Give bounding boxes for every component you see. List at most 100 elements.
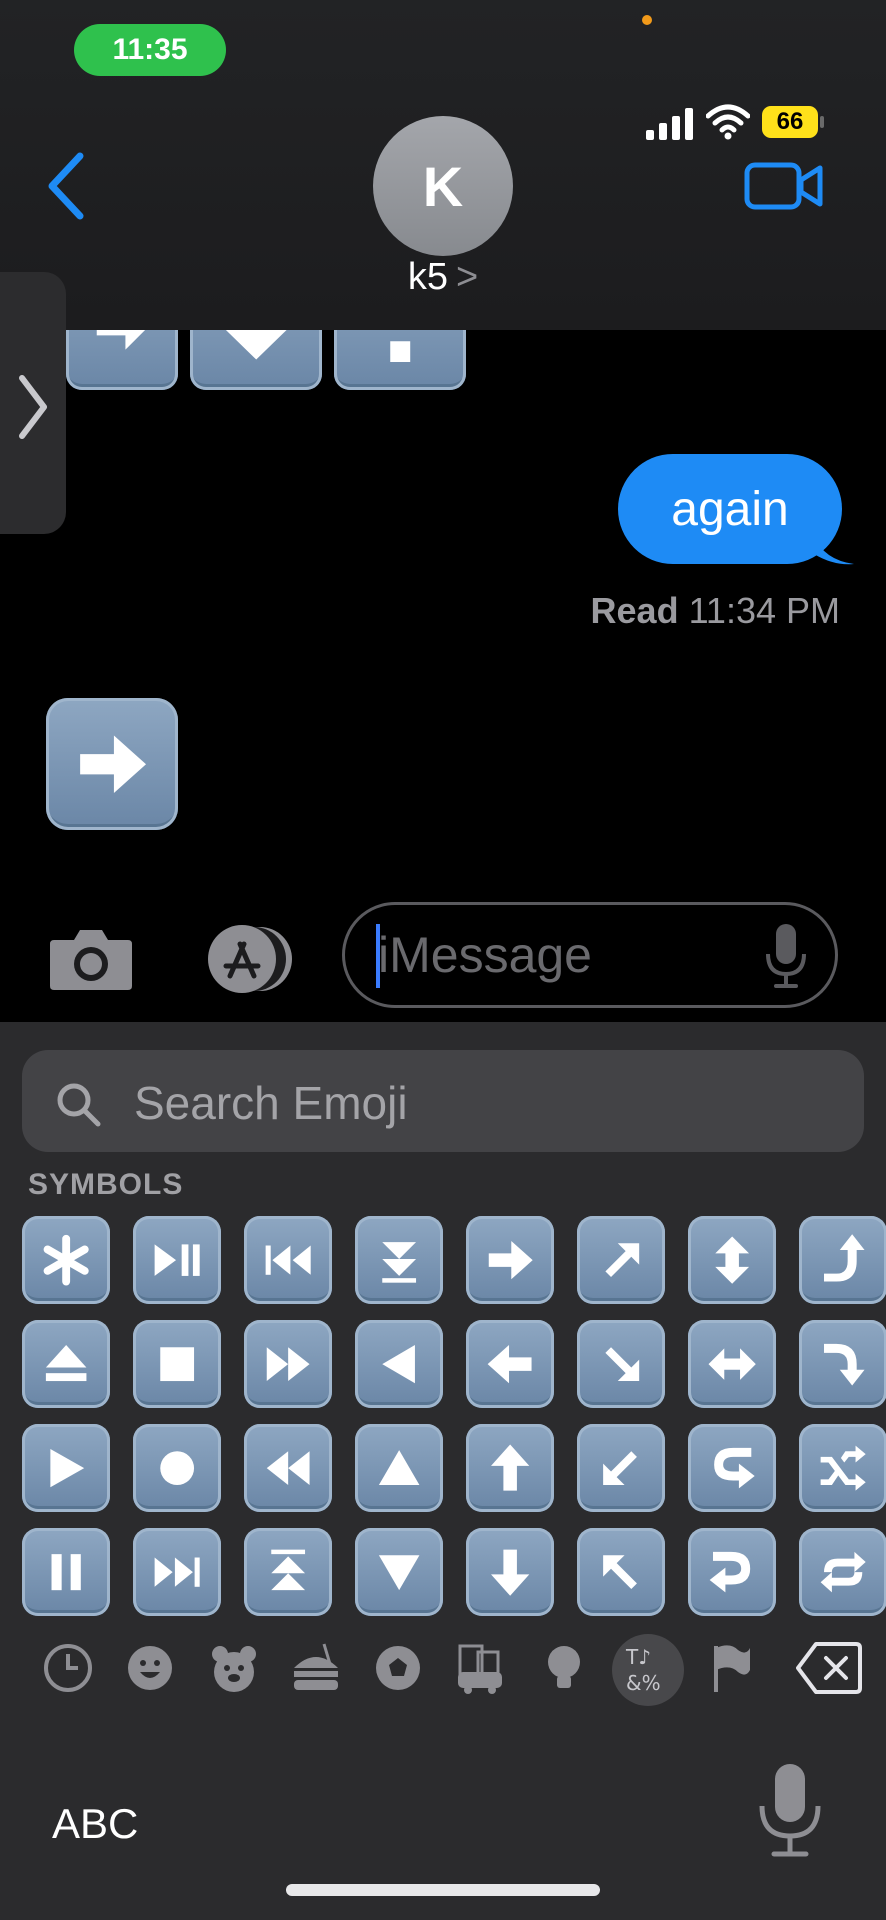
food-icon[interactable]: [288, 1640, 344, 1696]
right-arrow-curving-left-icon: [709, 1551, 751, 1593]
right-arrow-curving-down-icon: [823, 1343, 865, 1386]
up-arrow-icon: [390, 341, 410, 363]
smileys-icon[interactable]: [122, 1640, 178, 1696]
asterisk-icon: [43, 1234, 89, 1286]
emoji-down-arrow-partial: [190, 330, 322, 390]
delete-backspace-icon[interactable]: [796, 1638, 862, 1698]
emoji-key-fast-reverse[interactable]: [244, 1424, 332, 1512]
wifi-icon: [706, 104, 750, 140]
emoji-key-asterisk[interactable]: [22, 1216, 110, 1304]
symbols-icon[interactable]: T♪&%: [620, 1640, 676, 1696]
received-emoji-message[interactable]: [46, 698, 178, 830]
emoji-key-repeat[interactable]: [799, 1528, 886, 1616]
emoji-key-fast-forward[interactable]: [244, 1320, 332, 1408]
emoji-key-stop[interactable]: [133, 1320, 221, 1408]
microphone-icon[interactable]: [764, 922, 808, 990]
reverse-icon: [382, 1344, 415, 1384]
emoji-key-shuffle[interactable]: [799, 1424, 886, 1512]
emoji-search-placeholder: Search Emoji: [134, 1077, 408, 1129]
repeat-icon: [820, 1551, 866, 1593]
emoji-key-down-left-arrow[interactable]: [577, 1424, 665, 1512]
sent-message-bubble[interactable]: again: [618, 454, 842, 564]
stop-icon: [160, 1347, 194, 1381]
left-arrow-curving-right-icon: [713, 1447, 755, 1489]
emoji-key-down-arrow[interactable]: [466, 1528, 554, 1616]
emoji-key-next-track[interactable]: [133, 1528, 221, 1616]
recent-icon[interactable]: [40, 1640, 96, 1696]
emoji-key-up-right-arrow[interactable]: [577, 1216, 665, 1304]
status-time: 11:35: [74, 24, 226, 76]
fast-forward-icon: [266, 1347, 310, 1381]
emoji-key-fast-down[interactable]: [355, 1216, 443, 1304]
emoji-key-right-arrow-curving-down[interactable]: [799, 1320, 886, 1408]
read-receipt-label: Read: [590, 590, 679, 631]
up-arrow-icon: [490, 1444, 530, 1491]
next-track-icon: [154, 1557, 200, 1587]
read-receipt: Read 11:34 PM: [591, 590, 840, 632]
upwards-button-icon: [378, 1449, 420, 1485]
emoji-key-left-arrow-curving-right[interactable]: [688, 1424, 776, 1512]
emoji-key-fast-up[interactable]: [244, 1528, 332, 1616]
battery-nub: [820, 116, 824, 128]
emoji-key-down-right-arrow[interactable]: [577, 1320, 665, 1408]
emoji-key-up-down-arrow[interactable]: [688, 1216, 776, 1304]
read-receipt-time: 11:34 PM: [688, 590, 840, 631]
flags-icon[interactable]: [704, 1640, 760, 1696]
emoji-key-right-arrow-curving-up[interactable]: [799, 1216, 886, 1304]
emoji-up-arrow-partial: [334, 330, 466, 390]
emoji-key-play[interactable]: [22, 1424, 110, 1512]
emoji-key-upwards-button[interactable]: [355, 1424, 443, 1512]
down-right-arrow-icon: [605, 1347, 640, 1381]
facetime-video-icon[interactable]: [744, 160, 824, 212]
emoji-key-record[interactable]: [133, 1424, 221, 1512]
downwards-button-icon: [378, 1555, 420, 1591]
emoji-key-downwards-button[interactable]: [355, 1528, 443, 1616]
left-right-arrow-icon: [708, 1348, 756, 1380]
side-drawer-tab[interactable]: [0, 272, 66, 534]
app-store-icon[interactable]: [192, 924, 296, 994]
up-right-arrow-icon: [605, 1243, 640, 1277]
emoji-key-right-arrow[interactable]: [466, 1216, 554, 1304]
emoji-key-play-pause[interactable]: [133, 1216, 221, 1304]
chevron-right-icon: >: [455, 256, 479, 298]
emoji-key-up-left-arrow[interactable]: [577, 1528, 665, 1616]
emoji-section-label: SYMBOLS: [28, 1168, 184, 1201]
eject-icon: [45, 1344, 87, 1381]
bubble-tail: [814, 536, 854, 565]
emoji-key-left-arrow[interactable]: [466, 1320, 554, 1408]
emoji-key-previous-track[interactable]: [244, 1216, 332, 1304]
dictation-microphone-icon[interactable]: [758, 1762, 822, 1858]
battery-indicator: 66: [762, 106, 818, 138]
travel-icon[interactable]: [452, 1640, 508, 1696]
right-arrow-icon: [96, 330, 146, 351]
back-button[interactable]: [44, 150, 88, 222]
shuffle-icon: [820, 1445, 866, 1491]
emoji-key-right-arrow-curving-left[interactable]: [688, 1528, 776, 1616]
play-icon: [50, 1448, 85, 1488]
pause-icon: [51, 1553, 81, 1591]
contact-avatar[interactable]: K: [373, 116, 513, 256]
search-icon: [57, 1083, 101, 1127]
down-arrow-icon: [490, 1549, 530, 1596]
record-icon: [160, 1451, 194, 1485]
objects-icon[interactable]: [536, 1640, 592, 1696]
camera-icon[interactable]: [48, 926, 134, 992]
mic-in-use-indicator: [642, 15, 652, 25]
animals-icon[interactable]: [206, 1640, 262, 1696]
down-left-arrow-icon: [602, 1451, 637, 1485]
emoji-key-eject[interactable]: [22, 1320, 110, 1408]
svg-text:&%: &%: [626, 1671, 661, 1695]
right-arrow-icon: [488, 1240, 533, 1280]
activity-icon[interactable]: [370, 1640, 426, 1696]
previous-track-icon: [265, 1245, 311, 1275]
emoji-right-arrow-partial: [66, 330, 178, 390]
emoji-key-pause[interactable]: [22, 1528, 110, 1616]
play-pause-icon: [154, 1244, 200, 1276]
abc-keyboard-button[interactable]: ABC: [52, 1800, 138, 1848]
emoji-key-up-arrow[interactable]: [466, 1424, 554, 1512]
emoji-key-reverse[interactable]: [355, 1320, 443, 1408]
emoji-key-left-right-arrow[interactable]: [688, 1320, 776, 1408]
contact-name-button[interactable]: k5 >: [0, 256, 886, 299]
svg-text:T♪: T♪: [625, 1645, 651, 1669]
left-arrow-icon: [487, 1344, 532, 1384]
